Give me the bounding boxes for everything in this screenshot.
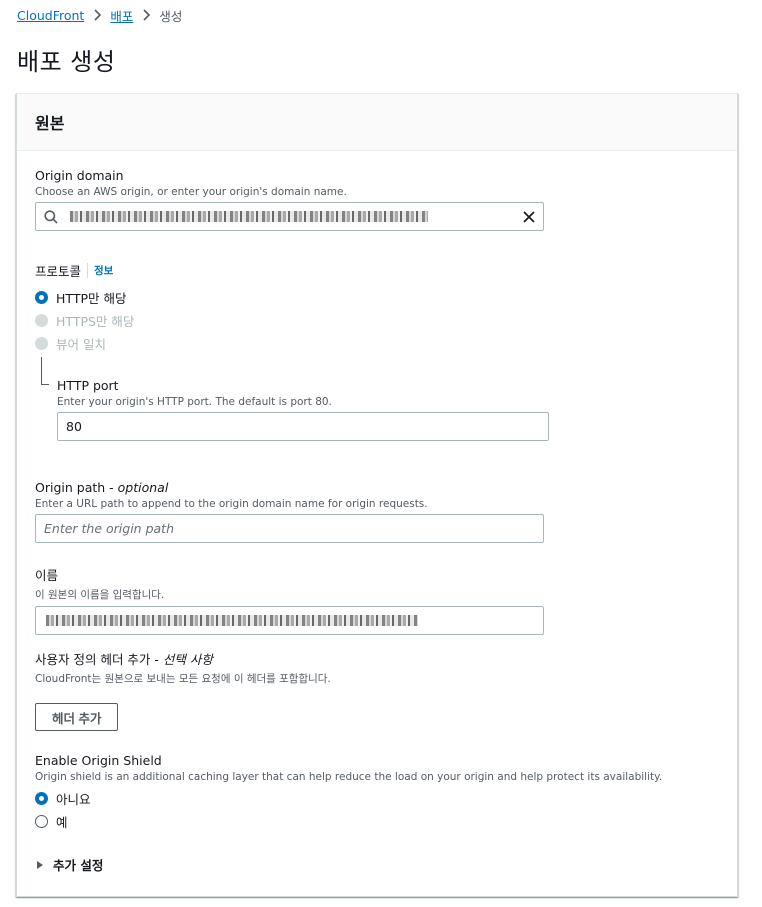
radio-disabled-icon	[35, 313, 48, 327]
custom-headers-description: CloudFront는 원본으로 보내는 모든 요청에 이 헤더를 포함합니다.	[35, 673, 331, 685]
protocol-info-link[interactable]: 정보	[87, 263, 113, 278]
protocol-option-http[interactable]: HTTP만 해당	[35, 288, 134, 306]
panel-header: 원본	[17, 94, 737, 151]
radio-unchecked-icon	[35, 814, 48, 828]
http-port-label: HTTP port	[57, 378, 119, 393]
caret-right-icon	[37, 860, 43, 869]
origin-path-input[interactable]: Enter the origin path	[35, 514, 544, 543]
add-header-button[interactable]: 헤더 추가	[35, 703, 119, 731]
origin-shield-option-yes[interactable]: 예	[35, 812, 662, 830]
additional-settings-expander[interactable]: 추가 설정	[37, 855, 103, 874]
protocol-option-label: HTTP만 해당	[56, 290, 127, 306]
additional-settings-label: 추가 설정	[53, 858, 104, 873]
http-port-field: HTTP port Enter your origin's HTTP port.…	[57, 378, 549, 441]
origin-shield-option-label: 아니요	[56, 791, 91, 807]
name-description: 이 원본의 이름을 입력합니다.	[35, 589, 165, 601]
radio-checked-icon	[35, 290, 48, 304]
origin-shield-field: Enable Origin Shield Origin shield is an…	[35, 753, 662, 835]
origin-shield-description: Origin shield is an additional caching l…	[35, 771, 663, 783]
origin-shield-label: Enable Origin Shield	[35, 753, 162, 768]
origin-panel: 원본 Origin domain Choose an AWS origin, o…	[16, 93, 738, 897]
origin-shield-option-no[interactable]: 아니요	[35, 789, 662, 807]
clear-icon[interactable]	[523, 210, 535, 223]
protocol-option-label: HTTPS만 해당	[56, 313, 135, 329]
name-label: 이름	[35, 568, 59, 583]
origin-domain-description: Choose an AWS origin, or enter your orig…	[35, 186, 347, 198]
chevron-right-icon	[84, 9, 110, 21]
chevron-right-icon	[133, 9, 159, 21]
protocol-option-https: HTTPS만 해당	[35, 311, 134, 329]
protocol-option-label: 뷰어 일치	[56, 336, 106, 352]
name-redacted-value	[46, 615, 418, 626]
origin-path-placeholder: Enter the origin path	[44, 521, 174, 536]
custom-headers-label: 사용자 정의 헤더 추가 - 선택 사항	[35, 652, 213, 667]
name-field: 이름 이 원본의 이름을 입력합니다.	[35, 565, 544, 635]
origin-path-description: Enter a URL path to append to the origin…	[35, 498, 428, 510]
custom-headers-field: 사용자 정의 헤더 추가 - 선택 사항 CloudFront는 원본으로 보내…	[35, 649, 331, 731]
origin-domain-input[interactable]	[35, 202, 544, 231]
breadcrumb-distributions-link[interactable]: 배포	[110, 6, 133, 25]
origin-domain-redacted-value	[70, 211, 428, 222]
http-port-description: Enter your origin's HTTP port. The defau…	[57, 396, 332, 408]
protocol-option-match-viewer: 뷰어 일치	[35, 334, 134, 352]
radio-disabled-icon	[35, 336, 48, 350]
breadcrumb-cloudfront-link[interactable]: CloudFront	[17, 8, 84, 23]
origin-path-field: Origin path - optional Enter a URL path …	[35, 480, 544, 543]
protocol-label: 프로토콜	[35, 264, 82, 279]
origin-domain-field: Origin domain Choose an AWS origin, or e…	[35, 168, 544, 231]
breadcrumb: CloudFront 배포 생성	[17, 6, 182, 24]
origin-domain-label: Origin domain	[35, 168, 124, 183]
origin-shield-option-label: 예	[56, 814, 68, 830]
http-port-value: 80	[66, 419, 82, 434]
http-port-input[interactable]: 80	[57, 412, 549, 441]
page-title: 배포 생성	[17, 48, 116, 76]
origin-path-label: Origin path - optional	[35, 480, 169, 495]
search-icon	[44, 209, 58, 224]
name-input[interactable]	[35, 606, 544, 635]
panel-title: 원본	[35, 114, 65, 133]
protocol-field: 프로토콜 정보 HTTP만 해당 HTTPS만 해당 뷰어 일치	[35, 261, 134, 357]
radio-checked-icon	[35, 791, 48, 805]
nesting-line	[41, 357, 49, 385]
breadcrumb-current: 생성	[159, 8, 183, 24]
